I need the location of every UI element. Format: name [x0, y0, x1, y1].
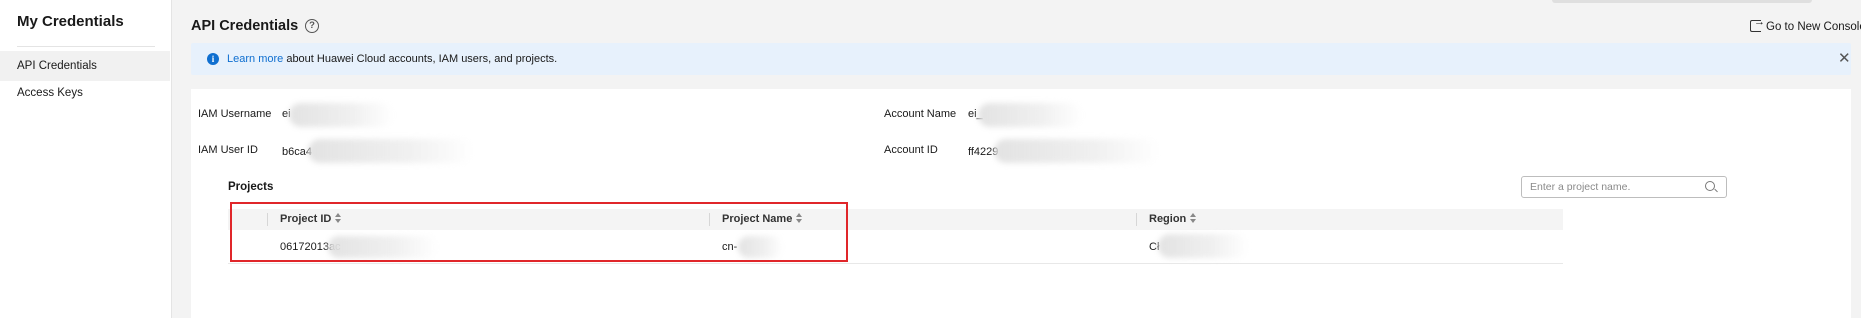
redacted-blur — [994, 139, 1159, 163]
close-icon[interactable]: ✕ — [1838, 49, 1851, 67]
search-icon[interactable] — [1705, 181, 1715, 191]
account-id-label: Account ID — [884, 144, 938, 156]
info-banner: i Learn more about Huawei Cloud accounts… — [191, 43, 1851, 75]
column-label: Region — [1149, 213, 1187, 225]
projects-title: Projects — [228, 181, 274, 193]
sidebar-divider — [17, 46, 155, 47]
sidebar-title: My Credentials — [17, 13, 124, 30]
exit-arrow-icon — [1750, 16, 1765, 32]
sidebar-item-access-keys[interactable]: Access Keys — [0, 78, 170, 108]
sidebar-item-api-credentials[interactable]: API Credentials — [0, 51, 170, 81]
sidebar: My Credentials API Credentials Access Ke… — [0, 0, 172, 318]
highlight-box — [230, 202, 848, 262]
column-header-region[interactable]: Region — [1149, 213, 1198, 225]
banner-message: about Huawei Cloud accounts, IAM users, … — [283, 53, 558, 65]
main-content: API Credentials ? Go to New Console i Le… — [172, 0, 1861, 318]
go-to-new-console-link[interactable]: Go to New Console — [1750, 16, 1861, 33]
project-search-input[interactable] — [1530, 180, 1700, 194]
redacted-blur — [978, 103, 1083, 127]
page-title: API Credentials — [191, 18, 299, 34]
banner-text: Learn more about Huawei Cloud accounts, … — [227, 53, 557, 65]
account-name-label: Account Name — [884, 108, 957, 120]
info-icon: i — [207, 53, 219, 65]
new-console-label: Go to New Console — [1766, 21, 1861, 33]
redacted-blur — [289, 103, 394, 127]
sort-icon[interactable] — [1190, 213, 1198, 223]
project-search-box[interactable] — [1521, 176, 1727, 198]
column-divider — [1136, 213, 1137, 226]
redacted-blur — [308, 139, 473, 163]
iam-username-label: IAM Username — [198, 108, 272, 120]
redacted-blur — [1158, 234, 1248, 258]
learn-more-link[interactable]: Learn more — [227, 53, 283, 65]
iam-user-id-label: IAM User ID — [198, 144, 258, 156]
question-circle-icon[interactable]: ? — [305, 19, 319, 33]
top-overlay-shadow — [1552, 0, 1812, 3]
